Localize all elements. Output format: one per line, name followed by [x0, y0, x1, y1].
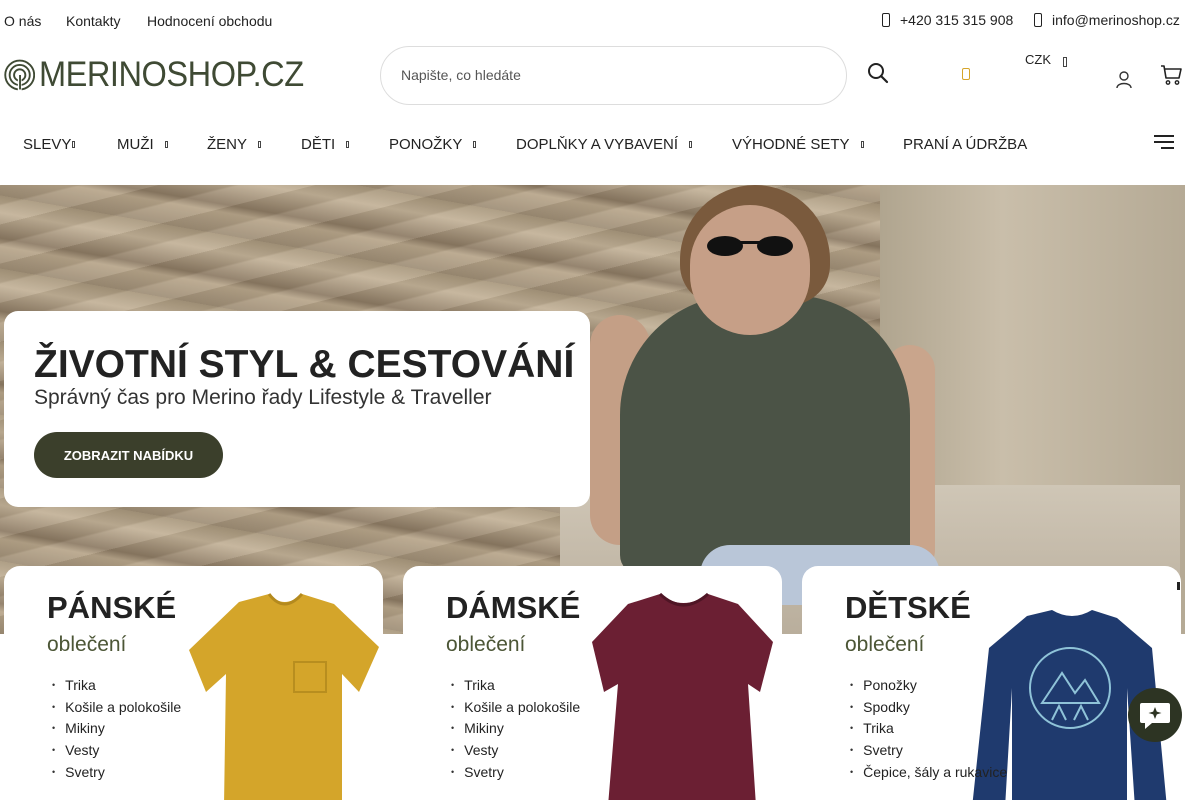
- category-title: PÁNSKÉ: [47, 590, 177, 625]
- flag-icon[interactable]: [962, 68, 970, 80]
- chevron-down-icon: [258, 141, 262, 148]
- nav-item-socks[interactable]: PONOŽKY: [389, 136, 477, 153]
- list-item[interactable]: Spodky: [848, 696, 1007, 718]
- phone-icon: [882, 13, 890, 27]
- menu-icon[interactable]: [1154, 134, 1174, 150]
- list-item[interactable]: Mikiny: [50, 718, 181, 740]
- logo-mark-icon: [4, 59, 36, 91]
- nav-item-sale[interactable]: SLEVY: [23, 136, 76, 153]
- category-subtitle: oblečení: [47, 633, 127, 656]
- link-contacts[interactable]: Kontakty: [66, 13, 120, 29]
- nav-item-care[interactable]: PRANÍ A ÚDRŽBA: [903, 136, 1027, 153]
- list-item[interactable]: Vesty: [449, 739, 580, 761]
- phone-number: +420 315 315 908: [900, 12, 1014, 28]
- list-item[interactable]: Čepice, šály a rukavice: [848, 761, 1007, 783]
- list-item[interactable]: Svetry: [848, 739, 1007, 761]
- list-item[interactable]: Vesty: [50, 739, 181, 761]
- list-item[interactable]: Svetry: [50, 761, 181, 783]
- women-tshirt-image: [592, 592, 773, 800]
- chat-button[interactable]: [1128, 688, 1182, 742]
- email-contact[interactable]: info@merinoshop.cz: [1034, 12, 1180, 28]
- nav-label: PRANÍ A ÚDRŽBA: [903, 136, 1028, 153]
- nav-item-men[interactable]: MUŽI: [117, 136, 168, 153]
- category-list: Ponožky Spodky Trika Svetry Čepice, šály…: [848, 674, 1007, 783]
- category-list: Trika Košile a polokošile Mikiny Vesty S…: [449, 674, 580, 783]
- category-subtitle: oblečení: [446, 633, 526, 656]
- main-nav: SLEVY MUŽI ŽENY DĚTI PONOŽKY DOPLŇKY A V…: [0, 126, 1200, 162]
- user-icon[interactable]: [1114, 70, 1134, 90]
- hero-subtitle: Správný čas pro Merino řady Lifestyle & …: [34, 386, 492, 409]
- list-item[interactable]: Košile a polokošile: [50, 696, 181, 718]
- list-item[interactable]: Trika: [848, 718, 1007, 740]
- nav-label: MUŽI: [117, 136, 154, 153]
- link-about[interactable]: O nás: [4, 13, 41, 29]
- nav-label: VÝHODNÉ SETY: [732, 136, 850, 153]
- list-item[interactable]: Trika: [449, 674, 580, 696]
- nav-label: ŽENY: [207, 136, 248, 153]
- cart-icon[interactable]: [1160, 64, 1184, 86]
- email-address: info@merinoshop.cz: [1052, 12, 1180, 28]
- category-subtitle: oblečení: [845, 633, 925, 656]
- category-list: Trika Košile a polokošile Mikiny Vesty S…: [50, 674, 181, 783]
- chevron-down-icon: [860, 141, 864, 148]
- nav-label: DĚTI: [301, 136, 336, 153]
- category-card-women[interactable]: DÁMSKÉ oblečení Trika Košile a polokošil…: [403, 566, 782, 800]
- list-item[interactable]: Trika: [50, 674, 181, 696]
- nav-item-accessories[interactable]: DOPLŇKY A VYBAVENÍ: [516, 136, 693, 153]
- list-item[interactable]: Ponožky: [848, 674, 1007, 696]
- nav-item-women[interactable]: ŽENY: [207, 136, 262, 153]
- category-title: DĚTSKÉ: [845, 590, 971, 625]
- nav-label: PONOŽKY: [389, 136, 463, 153]
- nav-item-sets[interactable]: VÝHODNÉ SETY: [732, 136, 864, 153]
- chevron-down-icon: [689, 141, 693, 148]
- sunglasses-icon: [707, 236, 793, 256]
- search-icon[interactable]: [866, 61, 890, 85]
- mail-icon: [1034, 13, 1042, 27]
- chevron-down-icon: [72, 141, 76, 148]
- list-item[interactable]: Mikiny: [449, 718, 580, 740]
- men-tshirt-image: [189, 592, 379, 800]
- hero-title: ŽIVOTNÍ STYL & CESTOVÁNÍ: [34, 343, 575, 386]
- chevron-down-icon: [1063, 56, 1067, 67]
- logo[interactable]: MERINOSHOP.CZ: [4, 50, 324, 100]
- hero-card: ŽIVOTNÍ STYL & CESTOVÁNÍ Správný čas pro…: [4, 311, 590, 507]
- nav-item-kids[interactable]: DĚTI: [301, 136, 350, 153]
- category-title: DÁMSKÉ: [446, 590, 581, 625]
- nav-label: DOPLŇKY A VYBAVENÍ: [516, 136, 679, 153]
- show-offer-button[interactable]: ZOBRAZIT NABÍDKU: [34, 432, 223, 478]
- category-card-kids[interactable]: DĚTSKÉ oblečení Ponožky Spodky Trika Sve…: [802, 566, 1181, 800]
- logo-text: MERINOSHOP.CZ: [39, 55, 305, 94]
- list-item[interactable]: Svetry: [449, 761, 580, 783]
- top-bar: O nás Kontakty Hodnocení obchodu +420 31…: [0, 0, 1200, 42]
- chevron-down-icon: [473, 141, 477, 148]
- list-item[interactable]: Košile a polokošile: [449, 696, 580, 718]
- currency-selector[interactable]: CZK: [1025, 52, 1067, 67]
- hero-model-image: [620, 295, 910, 575]
- category-card-men[interactable]: PÁNSKÉ oblečení Trika Košile a polokošil…: [4, 566, 383, 800]
- link-shop-rating[interactable]: Hodnocení obchodu: [147, 13, 272, 29]
- chevron-down-icon: [164, 141, 168, 148]
- currency-value: CZK: [1025, 52, 1051, 67]
- search-box[interactable]: [380, 46, 847, 105]
- phone-contact[interactable]: +420 315 315 908: [882, 12, 1013, 28]
- nav-label: SLEVY: [23, 136, 72, 153]
- search-input[interactable]: [401, 67, 821, 83]
- chevron-down-icon: [346, 141, 350, 148]
- chat-icon: [1140, 703, 1170, 729]
